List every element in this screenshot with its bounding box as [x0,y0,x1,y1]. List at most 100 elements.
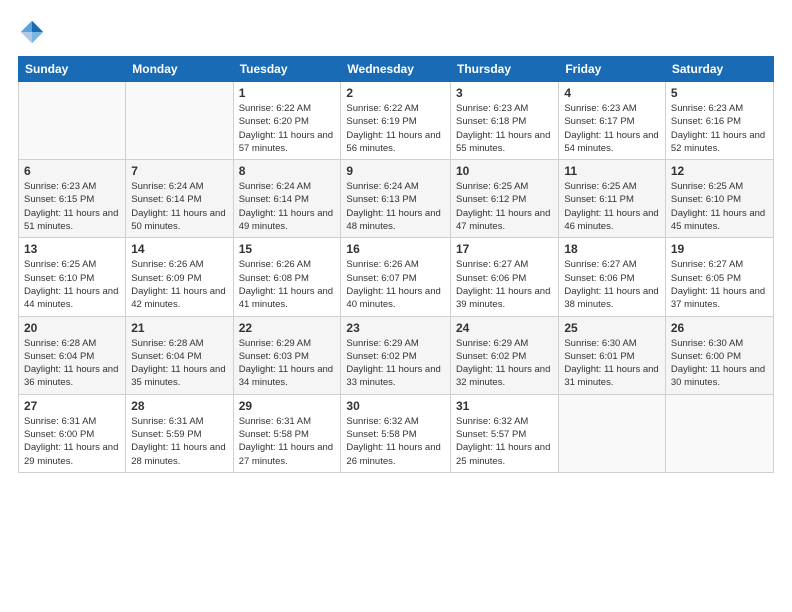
day-number: 14 [131,242,227,256]
day-number: 4 [564,86,660,100]
day-info: Sunrise: 6:24 AM Sunset: 6:14 PM Dayligh… [131,180,227,233]
day-info: Sunrise: 6:31 AM Sunset: 6:00 PM Dayligh… [24,415,120,468]
day-info: Sunrise: 6:30 AM Sunset: 6:01 PM Dayligh… [564,337,660,390]
day-number: 5 [671,86,768,100]
day-info: Sunrise: 6:27 AM Sunset: 6:06 PM Dayligh… [564,258,660,311]
day-info: Sunrise: 6:29 AM Sunset: 6:03 PM Dayligh… [239,337,336,390]
day-cell: 29Sunrise: 6:31 AM Sunset: 5:58 PM Dayli… [233,394,341,472]
day-cell: 19 Sunrise: 6:27 AM Sunset: 6:05 PM Dayli… [665,238,773,316]
day-number: 1 [239,86,336,100]
day-cell: 17 Sunrise: 6:27 AM Sunset: 6:06 PM Dayli… [451,238,559,316]
day-cell: 14 Sunrise: 6:26 AM Sunset: 6:09 PM Dayli… [126,238,233,316]
day-info: Sunrise: 6:31 AM Sunset: 5:58 PM Dayligh… [239,415,336,468]
day-cell: 10 Sunrise: 6:25 AM Sunset: 6:12 PM Dayli… [451,160,559,238]
day-info: Sunrise: 6:23 AM Sunset: 6:17 PM Dayligh… [564,102,660,155]
day-number: 23 [346,321,445,335]
logo [18,18,50,46]
day-cell: 6Sunrise: 6:23 AM Sunset: 6:15 PM Daylig… [19,160,126,238]
day-cell: 26 Sunrise: 6:30 AM Sunset: 6:00 PM Dayli… [665,316,773,394]
calendar-header-row: SundayMondayTuesdayWednesdayThursdayFrid… [19,57,774,82]
day-info: Sunrise: 6:26 AM Sunset: 6:08 PM Dayligh… [239,258,336,311]
week-row-5: 27 Sunrise: 6:31 AM Sunset: 6:00 PM Dayli… [19,394,774,472]
day-number: 30 [346,399,445,413]
day-cell: 7 Sunrise: 6:24 AM Sunset: 6:14 PM Daylig… [126,160,233,238]
day-cell: 21 Sunrise: 6:28 AM Sunset: 6:04 PM Dayli… [126,316,233,394]
day-info: Sunrise: 6:27 AM Sunset: 6:05 PM Dayligh… [671,258,768,311]
day-number: 2 [346,86,445,100]
day-cell: 2 Sunrise: 6:22 AM Sunset: 6:19 PM Daylig… [341,82,451,160]
day-number: 27 [24,399,120,413]
col-header-wednesday: Wednesday [341,57,451,82]
week-row-1: 1 Sunrise: 6:22 AM Sunset: 6:20 PM Daylig… [19,82,774,160]
day-info: Sunrise: 6:25 AM Sunset: 6:10 PM Dayligh… [24,258,120,311]
day-info: Sunrise: 6:22 AM Sunset: 6:20 PM Dayligh… [239,102,336,155]
day-number: 17 [456,242,553,256]
day-cell: 4 Sunrise: 6:23 AM Sunset: 6:17 PM Daylig… [559,82,666,160]
day-number: 21 [131,321,227,335]
logo-icon [18,18,46,46]
day-info: Sunrise: 6:32 AM Sunset: 5:58 PM Dayligh… [346,415,445,468]
day-number: 31 [456,399,553,413]
day-cell [19,82,126,160]
col-header-sunday: Sunday [19,57,126,82]
day-info: Sunrise: 6:25 AM Sunset: 6:10 PM Dayligh… [671,180,768,233]
week-row-4: 20 Sunrise: 6:28 AM Sunset: 6:04 PM Dayli… [19,316,774,394]
day-number: 28 [131,399,227,413]
day-info: Sunrise: 6:26 AM Sunset: 6:09 PM Dayligh… [131,258,227,311]
day-info: Sunrise: 6:25 AM Sunset: 6:12 PM Dayligh… [456,180,553,233]
page: SundayMondayTuesdayWednesdayThursdayFrid… [0,0,792,612]
day-info: Sunrise: 6:23 AM Sunset: 6:15 PM Dayligh… [24,180,120,233]
day-info: Sunrise: 6:24 AM Sunset: 6:13 PM Dayligh… [346,180,445,233]
col-header-friday: Friday [559,57,666,82]
day-cell: 12 Sunrise: 6:25 AM Sunset: 6:10 PM Dayli… [665,160,773,238]
day-number: 3 [456,86,553,100]
day-cell: 8 Sunrise: 6:24 AM Sunset: 6:14 PM Daylig… [233,160,341,238]
day-cell: 1 Sunrise: 6:22 AM Sunset: 6:20 PM Daylig… [233,82,341,160]
day-number: 7 [131,164,227,178]
day-number: 12 [671,164,768,178]
day-cell: 18 Sunrise: 6:27 AM Sunset: 6:06 PM Dayli… [559,238,666,316]
day-number: 13 [24,242,120,256]
day-info: Sunrise: 6:28 AM Sunset: 6:04 PM Dayligh… [131,337,227,390]
day-cell [665,394,773,472]
day-info: Sunrise: 6:22 AM Sunset: 6:19 PM Dayligh… [346,102,445,155]
day-info: Sunrise: 6:25 AM Sunset: 6:11 PM Dayligh… [564,180,660,233]
day-number: 19 [671,242,768,256]
day-cell: 23 Sunrise: 6:29 AM Sunset: 6:02 PM Dayli… [341,316,451,394]
day-number: 16 [346,242,445,256]
header [18,18,774,46]
day-info: Sunrise: 6:30 AM Sunset: 6:00 PM Dayligh… [671,337,768,390]
day-cell: 31Sunrise: 6:32 AM Sunset: 5:57 PM Dayli… [451,394,559,472]
day-info: Sunrise: 6:24 AM Sunset: 6:14 PM Dayligh… [239,180,336,233]
day-number: 20 [24,321,120,335]
day-number: 24 [456,321,553,335]
day-cell [559,394,666,472]
day-number: 18 [564,242,660,256]
day-cell: 3 Sunrise: 6:23 AM Sunset: 6:18 PM Daylig… [451,82,559,160]
calendar-table: SundayMondayTuesdayWednesdayThursdayFrid… [18,56,774,473]
col-header-tuesday: Tuesday [233,57,341,82]
day-cell: 9Sunrise: 6:24 AM Sunset: 6:13 PM Daylig… [341,160,451,238]
day-number: 15 [239,242,336,256]
day-info: Sunrise: 6:23 AM Sunset: 6:18 PM Dayligh… [456,102,553,155]
day-info: Sunrise: 6:31 AM Sunset: 5:59 PM Dayligh… [131,415,227,468]
day-number: 26 [671,321,768,335]
day-info: Sunrise: 6:29 AM Sunset: 6:02 PM Dayligh… [346,337,445,390]
day-number: 10 [456,164,553,178]
day-number: 8 [239,164,336,178]
day-info: Sunrise: 6:27 AM Sunset: 6:06 PM Dayligh… [456,258,553,311]
day-number: 25 [564,321,660,335]
day-number: 22 [239,321,336,335]
day-cell: 16 Sunrise: 6:26 AM Sunset: 6:07 PM Dayli… [341,238,451,316]
day-info: Sunrise: 6:26 AM Sunset: 6:07 PM Dayligh… [346,258,445,311]
day-cell: 27 Sunrise: 6:31 AM Sunset: 6:00 PM Dayli… [19,394,126,472]
day-info: Sunrise: 6:29 AM Sunset: 6:02 PM Dayligh… [456,337,553,390]
day-number: 11 [564,164,660,178]
day-cell: 22 Sunrise: 6:29 AM Sunset: 6:03 PM Dayli… [233,316,341,394]
day-cell: 30 Sunrise: 6:32 AM Sunset: 5:58 PM Dayli… [341,394,451,472]
day-info: Sunrise: 6:23 AM Sunset: 6:16 PM Dayligh… [671,102,768,155]
col-header-monday: Monday [126,57,233,82]
day-cell: 28 Sunrise: 6:31 AM Sunset: 5:59 PM Dayli… [126,394,233,472]
week-row-3: 13 Sunrise: 6:25 AM Sunset: 6:10 PM Dayli… [19,238,774,316]
day-cell: 20Sunrise: 6:28 AM Sunset: 6:04 PM Dayli… [19,316,126,394]
